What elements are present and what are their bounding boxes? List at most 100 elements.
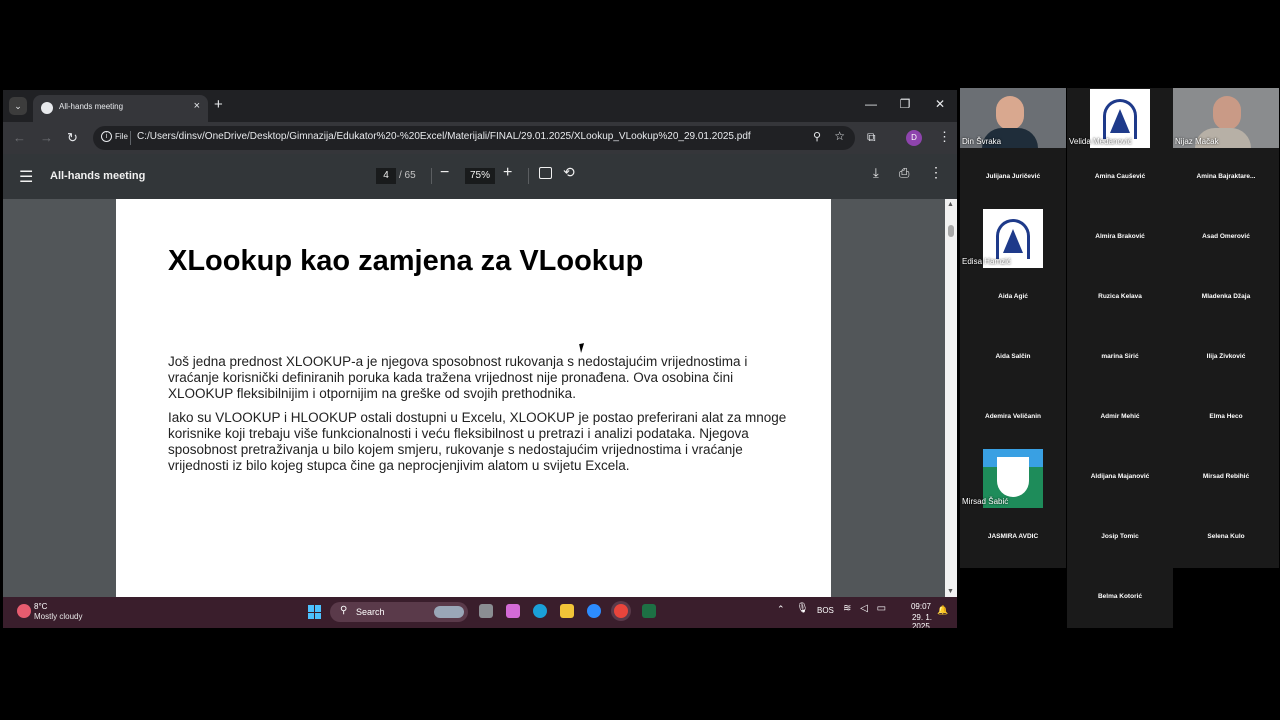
file-explorer-icon[interactable] (560, 604, 574, 618)
microphone-icon[interactable]: 🎙 (796, 603, 809, 614)
participant-tile[interactable]: Admir Mehić (1067, 388, 1173, 448)
participant-tile[interactable]: Julijana Juričević (960, 148, 1066, 208)
tab-title: All-hands meeting (59, 102, 124, 111)
zoom-level-input[interactable]: 75% (465, 168, 495, 184)
participant-name: Aida Salčin (995, 353, 1031, 360)
page-count: / 65 (399, 170, 416, 181)
participant-video-tile[interactable]: Din Švraka (960, 88, 1066, 150)
participant-video-tile[interactable]: Velida Međanović (1067, 88, 1173, 149)
zoom-icon[interactable]: ⚲ (813, 130, 821, 143)
participant-name: Julijana Juričević (985, 173, 1041, 180)
pdf-sidebar-menu-icon[interactable]: ☰ (19, 167, 33, 187)
scrollbar-thumb[interactable] (948, 225, 954, 237)
rotate-icon[interactable]: ⟲ (563, 164, 575, 181)
participant-tile[interactable]: Mirsad Rebihić (1173, 448, 1279, 508)
participant-name: Aida Agić (998, 293, 1028, 300)
zoom-app-icon[interactable] (587, 604, 601, 618)
participant-name: Ruzica Kelava (1098, 293, 1142, 300)
site-info-icon[interactable]: i (101, 131, 112, 142)
participant-tile[interactable]: Aida Salčin (960, 328, 1066, 388)
pdf-toolbar-divider (528, 168, 529, 184)
participant-tile[interactable]: Amina Bajraktare... (1173, 148, 1279, 208)
restore-button[interactable]: ❐ (897, 97, 913, 111)
print-icon[interactable]: ⎙ (899, 165, 909, 181)
participant-name: Ilija Živković (1206, 353, 1246, 360)
logo-letter-a (1003, 229, 1023, 253)
participant-tile[interactable]: Amina Čaušević (1067, 148, 1173, 208)
reload-button[interactable]: ↻ (67, 130, 78, 146)
page-number-input[interactable]: 4 (376, 168, 396, 184)
clock-time[interactable]: 09:07 (907, 602, 931, 611)
zoom-out-button[interactable]: − (440, 164, 449, 182)
weather-description[interactable]: Mostly cloudy (34, 612, 82, 621)
edge-icon[interactable] (533, 604, 547, 618)
participant-name: Aldijana Majanović (1090, 473, 1150, 480)
chrome-menu-icon[interactable]: ⋮ (938, 129, 951, 145)
new-tab-button[interactable]: + (214, 96, 223, 113)
participant-tile[interactable]: JASMIRA AVDIĆ (960, 508, 1066, 568)
participant-tile[interactable]: Aldijana Majanović (1067, 448, 1173, 508)
pdf-viewport[interactable]: XLookup kao zamjena za VLookup Još jedna… (3, 199, 957, 597)
participant-video-tile[interactable]: Edisa Hamzić (960, 208, 1066, 269)
profile-avatar[interactable]: D (906, 130, 922, 146)
tab-search-button[interactable]: ⌄ (9, 97, 27, 115)
windows-taskbar: 8°C Mostly cloudy ⚲ Search ⌃ 🎙 BOS ≋ ◁ ▭… (3, 597, 957, 628)
fit-to-page-icon[interactable] (539, 167, 552, 179)
extensions-icon[interactable]: ⧉ (867, 130, 876, 145)
weather-temperature[interactable]: 8°C (34, 602, 47, 611)
scroll-down-arrow-icon[interactable]: ▼ (947, 588, 954, 595)
participant-tile[interactable]: Ademira Veličanin (960, 388, 1066, 448)
notification-icon[interactable]: 🔔 (937, 605, 948, 616)
pdf-more-actions-icon[interactable]: ⋮ (929, 164, 943, 181)
shared-screen: ⌄ All-hands meeting × + — ❐ ✕ ← → ↻ i Fi… (3, 90, 957, 628)
forward-button[interactable]: → (40, 130, 53, 145)
search-icon: ⚲ (340, 605, 348, 616)
scroll-up-arrow-icon[interactable]: ▲ (947, 201, 954, 208)
weather-icon[interactable] (17, 604, 31, 618)
download-icon[interactable]: ⤓ (873, 165, 879, 181)
chrome-icon[interactable] (614, 604, 628, 618)
network-volume-battery-icon[interactable]: ≋ ◁ ▭ (843, 603, 889, 614)
browser-toolbar: ← → ↻ i File C:/Users/dinsv/OneDrive/Des… (3, 122, 957, 154)
address-bar[interactable]: i File C:/Users/dinsv/OneDrive/Desktop/G… (93, 126, 855, 150)
pdf-document-title: All-hands meeting (50, 170, 146, 182)
participant-face (1213, 96, 1241, 130)
minimize-button[interactable]: — (863, 97, 879, 111)
participant-video-tile[interactable]: Mirsad Šabić (960, 448, 1066, 509)
participant-name: Elma Heco (1209, 413, 1243, 420)
show-hidden-icons[interactable]: ⌃ (777, 604, 785, 615)
participant-tile[interactable]: marina Širić (1067, 328, 1173, 388)
participant-tile[interactable]: Ilija Živković (1173, 328, 1279, 388)
participant-tile[interactable]: Mladenka Džaja (1173, 268, 1279, 328)
participant-tile[interactable]: Selena Kulo (1173, 508, 1279, 568)
url-text[interactable]: C:/Users/dinsv/OneDrive/Desktop/Gimnazij… (137, 131, 751, 142)
zoom-in-button[interactable]: + (503, 164, 512, 182)
participant-tile[interactable]: Josip Tomic (1067, 508, 1173, 568)
pdf-page: XLookup kao zamjena za VLookup Još jedna… (116, 199, 831, 597)
close-window-button[interactable]: ✕ (932, 97, 948, 111)
participant-name: Amina Čaušević (1094, 173, 1146, 180)
participant-name: Josip Tomic (1101, 533, 1139, 540)
pdf-scrollbar[interactable]: ▲ ▼ (945, 199, 957, 597)
back-button[interactable]: ← (13, 130, 26, 145)
omnibox-divider (130, 131, 131, 145)
copilot-icon[interactable] (506, 604, 520, 618)
browser-tab-active[interactable]: All-hands meeting × (33, 95, 208, 122)
participant-name: Belma Kotorić (1097, 593, 1143, 600)
bookmark-star-icon[interactable]: ☆ (834, 129, 845, 143)
participant-tile[interactable]: Elma Heco (1173, 388, 1279, 448)
windows-start-icon[interactable] (308, 605, 322, 619)
participant-tile[interactable]: Belma Kotorić (1067, 568, 1173, 628)
excel-icon[interactable] (642, 604, 656, 618)
participant-tile[interactable]: Ruzica Kelava (1067, 268, 1173, 328)
task-view-icon[interactable] (479, 604, 493, 618)
participant-tile[interactable]: Asad Omerović (1173, 208, 1279, 268)
tab-close-icon[interactable]: × (194, 100, 200, 112)
participant-tile[interactable]: Aida Agić (960, 268, 1066, 328)
input-language[interactable]: BOS (817, 606, 834, 615)
taskbar-search[interactable]: ⚲ Search (330, 602, 468, 622)
participant-video-tile[interactable]: Nijaz Mačak (1173, 88, 1279, 150)
participant-tile[interactable]: Almira Braković (1067, 208, 1173, 268)
file-chip: File (115, 132, 128, 141)
clock-date[interactable]: 29. 1. 2025. (892, 613, 932, 628)
